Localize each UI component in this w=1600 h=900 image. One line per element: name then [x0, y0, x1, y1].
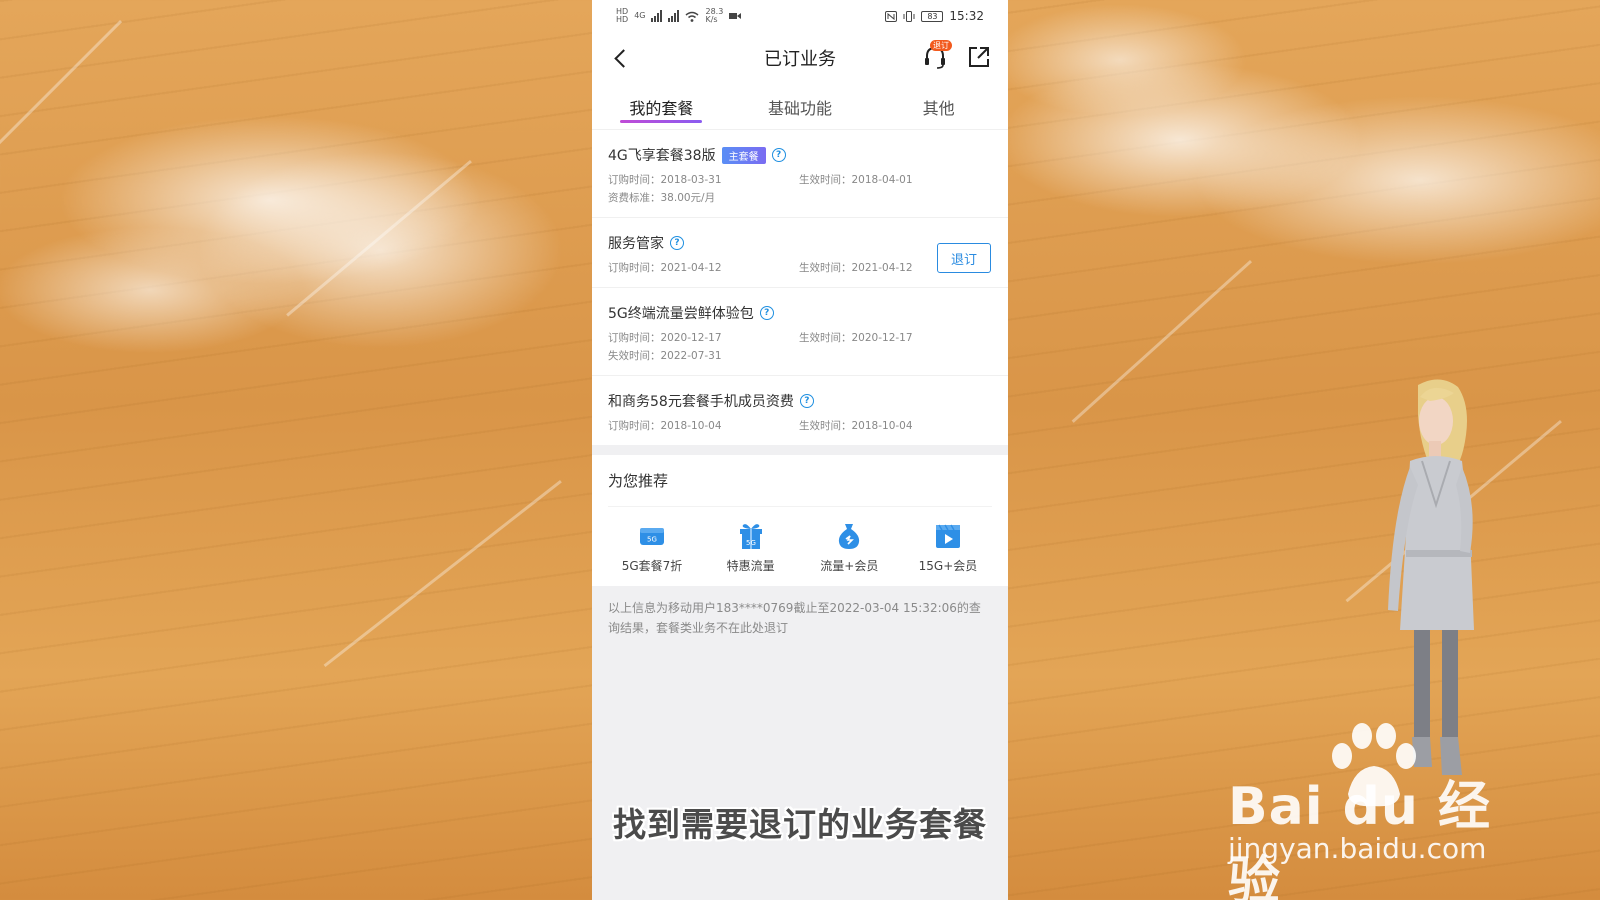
- business-name: 和商务58元套餐手机成员资费: [608, 394, 794, 410]
- back-arrow-icon: [613, 48, 633, 68]
- baidu-jingyan-watermark: Bai du 经验 jingyan.baidu.com: [1228, 723, 1528, 900]
- business-item: 和商务58元套餐手机成员资费 ? 订购时间：2018-10-04 生效时间：20…: [592, 376, 1008, 445]
- phone-content: HD HD 4G 28.3 K/s 83 15:32 已订业务 退订 我的套餐 …: [592, 0, 1008, 445]
- tab-my-plan[interactable]: 我的套餐: [592, 84, 731, 129]
- business-name-row: 5G终端流量尝鲜体验包 ?: [608, 302, 992, 324]
- svg-text:5G: 5G: [746, 539, 756, 547]
- light-streak: [323, 480, 562, 668]
- vibrate-icon: [903, 10, 915, 22]
- query-footnote: 以上信息为移动用户183****0769截止至2022-03-04 15:32:…: [592, 586, 1008, 650]
- 5g-card-icon: 5G: [637, 521, 667, 551]
- network-speed: 28.3 K/s: [705, 7, 724, 24]
- status-bar-right: 83 15:32: [885, 9, 984, 23]
- gift-5g-icon: 5G: [736, 521, 766, 551]
- business-name-row: 和商务58元套餐手机成员资费 ?: [608, 390, 992, 412]
- recommend-section: 为您推荐 5G 5G套餐7折 5G 特惠流量 流量+会员 15G+会员: [592, 455, 1008, 586]
- business-item: 5G终端流量尝鲜体验包 ? 订购时间：2020-12-17 生效时间：2020-…: [592, 288, 1008, 376]
- unsubscribe-badge: 退订: [930, 40, 952, 51]
- light-streak: [1071, 260, 1253, 423]
- tab-other[interactable]: 其他: [869, 84, 1008, 129]
- share-icon: [969, 47, 989, 67]
- recommend-label: 特惠流量: [726, 559, 775, 573]
- nfc-icon: [885, 10, 898, 22]
- effective-time: 生效时间：2018-10-04: [799, 420, 913, 432]
- help-icon[interactable]: ?: [771, 148, 786, 162]
- unsubscribe-button[interactable]: 退订: [937, 243, 991, 273]
- status-bar-left: HD HD 4G 28.3 K/s: [616, 7, 742, 24]
- recommend-label: 5G套餐7折: [621, 559, 683, 573]
- help-icon[interactable]: ?: [670, 236, 684, 250]
- business-meta: 订购时间：2018-03-31 生效时间：2018-04-01 资费标准：38.…: [608, 172, 992, 205]
- status-bar: HD HD 4G 28.3 K/s 83 15:32: [592, 0, 1008, 32]
- page-title: 已订业务: [764, 49, 836, 70]
- fee-standard: 资费标准：38.00元/月: [608, 192, 716, 204]
- back-button[interactable]: [606, 44, 634, 72]
- order-time: 订购时间：2018-10-04: [608, 420, 722, 432]
- business-name: 4G飞享套餐38版: [608, 148, 716, 164]
- business-meta: 订购时间：2018-10-04 生效时间：2018-10-04: [608, 418, 992, 433]
- light-streak: [286, 160, 472, 317]
- order-time: 订购时间：2020-12-17: [608, 332, 722, 344]
- share-button[interactable]: [964, 42, 994, 72]
- signal-icon: [668, 10, 680, 22]
- order-time: 订购时间：2018-03-31: [608, 174, 722, 186]
- recommend-item-data-member[interactable]: 流量+会员: [805, 521, 893, 574]
- wifi-icon: [686, 11, 699, 22]
- business-name-row: 服务管家 ?: [608, 232, 992, 254]
- tab-bar: 我的套餐 基础功能 其他: [592, 84, 1008, 130]
- battery-icon: 83: [921, 10, 944, 22]
- signal-icon: [651, 10, 663, 22]
- phone-screen: HD HD 4G 28.3 K/s 83 15:32 已订业务 退订 我的套餐 …: [592, 0, 1008, 900]
- section-divider: [592, 445, 1008, 455]
- help-icon[interactable]: ?: [799, 394, 814, 408]
- light-streak: [0, 20, 123, 206]
- recommend-title: 为您推荐: [608, 455, 992, 507]
- business-name: 服务管家: [608, 236, 664, 252]
- video-play-icon: [933, 521, 963, 551]
- header-actions: 退订: [920, 40, 994, 72]
- recommend-item-15g-member[interactable]: 15G+会员: [904, 521, 992, 574]
- business-meta: 订购时间：2020-12-17 生效时间：2020-12-17 失效时间：202…: [608, 330, 992, 363]
- help-icon[interactable]: ?: [759, 306, 774, 320]
- expiry-time: 失效时间：2022-07-31: [608, 350, 722, 362]
- business-meta: 订购时间：2021-04-12 生效时间：2021-04-12: [608, 260, 992, 275]
- business-item: 服务管家 ? 订购时间：2021-04-12 生效时间：2021-04-12 退…: [592, 218, 1008, 288]
- network-type: 4G: [634, 11, 646, 20]
- video-camera-icon: [729, 13, 742, 19]
- recommend-label: 流量+会员: [820, 559, 879, 573]
- order-time: 订购时间：2021-04-12: [608, 262, 722, 274]
- recommend-item-5g-plan[interactable]: 5G 5G套餐7折: [608, 521, 696, 574]
- video-caption: 找到需要退订的业务套餐: [613, 805, 987, 844]
- business-item: 4G飞享套餐38版 主套餐 ? 订购时间：2018-03-31 生效时间：201…: [592, 130, 1008, 218]
- status-time: 15:32: [949, 9, 984, 23]
- watermark-url: jingyan.baidu.com: [1228, 832, 1487, 865]
- recommend-item-discount-data[interactable]: 5G 特惠流量: [707, 521, 795, 574]
- svg-text:5G: 5G: [647, 536, 657, 544]
- hd-indicator: HD HD: [616, 7, 629, 24]
- effective-time: 生效时间：2020-12-17: [799, 332, 913, 344]
- business-name-row: 4G飞享套餐38版 主套餐 ?: [608, 144, 992, 166]
- money-bag-icon: [834, 521, 864, 551]
- business-name: 5G终端流量尝鲜体验包: [608, 306, 754, 322]
- tab-basic-functions[interactable]: 基础功能: [731, 84, 870, 129]
- main-plan-tag: 主套餐: [721, 146, 766, 164]
- effective-time: 生效时间：2018-04-01: [799, 174, 913, 186]
- customer-service-button[interactable]: 退订: [920, 40, 952, 72]
- nav-header: 已订业务 退订: [592, 32, 1008, 84]
- recommend-list: 5G 5G套餐7折 5G 特惠流量 流量+会员 15G+会员: [608, 507, 992, 586]
- recommend-label: 15G+会员: [918, 559, 978, 573]
